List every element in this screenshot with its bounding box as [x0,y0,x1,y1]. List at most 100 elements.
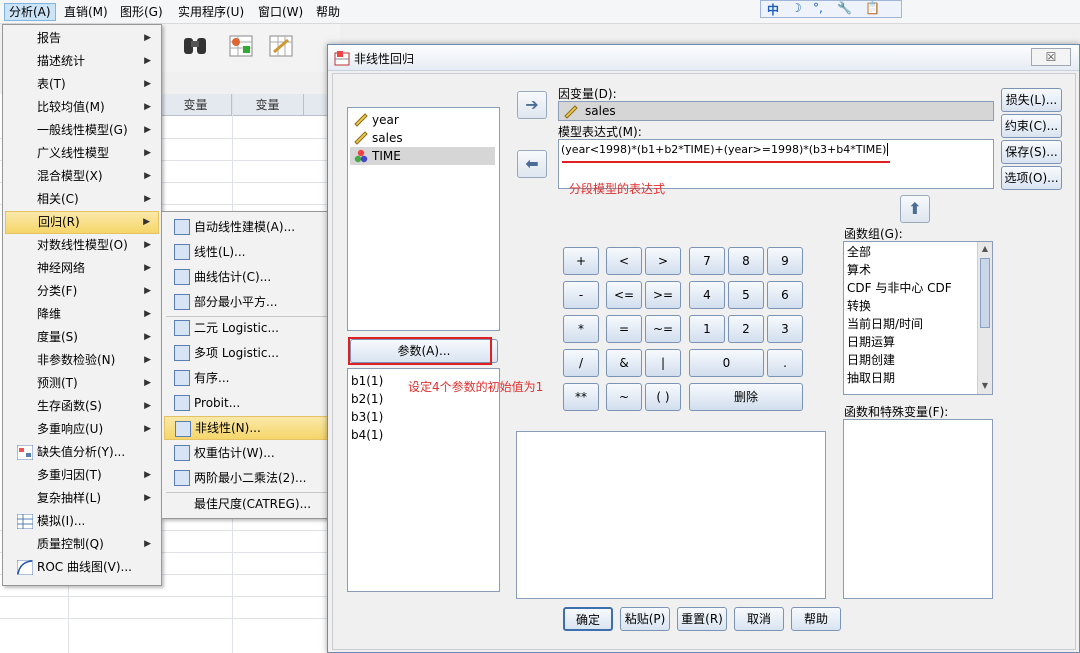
key-greater-equal[interactable]: >= [645,281,681,309]
dependent-field[interactable]: sales [558,101,994,121]
parameters-list[interactable]: b1(1) b2(1) b3(1) b4(1) [347,368,500,592]
key-7[interactable]: 7 [689,247,725,275]
functions-list[interactable] [843,419,993,599]
submenu-weight-estimation[interactable]: 权重估计(W)... [164,441,341,465]
move-function-up-button[interactable]: ⬆ [900,195,930,223]
submenu-binary-logistic[interactable]: 二元 Logistic... [164,316,341,340]
key-0[interactable]: 0 [689,349,764,377]
menu-item-roc-curve[interactable]: ROC 曲线图(V)... [5,556,159,579]
submenu-nonlinear[interactable]: 非线性(N)... [164,416,341,440]
key-5[interactable]: 5 [728,281,764,309]
menu-item-neural[interactable]: 神经网络 ▶ [5,257,159,280]
function-group-item[interactable]: 日期创建 [847,351,895,369]
move-to-dependent-button[interactable]: ➔ [517,91,547,119]
menu-item-missing-value[interactable]: 缺失值分析(Y)... [5,441,159,464]
model-expression-text[interactable]: (year<1998)*(b1+b2*TIME)+(year>=1998)*(b… [561,143,889,156]
submenu-2sls[interactable]: 两阶最小二乘法(2)... [164,466,341,490]
submenu-multinomial-logistic[interactable]: 多项 Logistic... [164,341,341,365]
variable-item-year[interactable]: year [350,111,495,129]
variable-item-time[interactable]: TIME [350,147,495,165]
dialog-titlebar[interactable]: 非线性回归 ☒ [328,45,1079,71]
menu-item-regression[interactable]: 回归(R) ▶ [5,211,159,234]
constraints-button[interactable]: 约束(C)... [1001,114,1062,138]
scroll-down-icon[interactable]: ▼ [978,379,992,393]
menu-item-loglinear[interactable]: 对数线性模型(O) ▶ [5,234,159,257]
ime-mode[interactable]: 中 [767,1,779,18]
menu-graphs[interactable]: 图形(G) [116,3,167,21]
parameter-item[interactable]: b4(1) [351,426,383,444]
submenu-curve-estimation[interactable]: 曲线估计(C)... [164,265,341,289]
menu-item-complex-samples[interactable]: 复杂抽样(L) ▶ [5,487,159,510]
help-button[interactable]: 帮助 [791,607,841,631]
key-delete[interactable]: 删除 [689,383,803,411]
menu-item-survival[interactable]: 生存函数(S) ▶ [5,395,159,418]
key-3[interactable]: 3 [767,315,803,343]
column-header[interactable]: 变量 [160,94,232,116]
clipboard-icon[interactable]: 📋 [865,1,880,15]
key-plus[interactable]: + [563,247,599,275]
menu-item-multiple-imputation[interactable]: 多重归因(T) ▶ [5,464,159,487]
options-button[interactable]: 选项(O)... [1001,166,1062,190]
submenu-ordinal[interactable]: 有序... [164,366,341,390]
function-group-list[interactable]: 全部 算术 CDF 与非中心 CDF 转换 当前日期/时间 日期运算 日期创建 … [843,241,993,395]
column-header[interactable]: 变量 [232,94,304,116]
key-greater[interactable]: > [645,247,681,275]
submenu-catreg[interactable]: 最佳尺度(CATREG)... [164,492,341,516]
key-minus[interactable]: - [563,281,599,309]
menu-item-dimension[interactable]: 降维 ▶ [5,303,159,326]
reset-button[interactable]: 重置(R) [677,607,727,631]
function-group-scrollbar[interactable]: ▲ ▼ [977,242,992,394]
parameter-item[interactable]: b1(1) [351,372,383,390]
moon-icon[interactable]: ☽ [791,1,802,15]
menu-direct-marketing[interactable]: 直销(M) [60,3,112,21]
key-6[interactable]: 6 [767,281,803,309]
paste-button[interactable]: 粘贴(P) [620,607,670,631]
scroll-thumb[interactable] [980,258,990,328]
key-1[interactable]: 1 [689,315,725,343]
punctuation-icon[interactable]: °, [813,1,823,15]
variable-item-sales[interactable]: sales [350,129,495,147]
insert-variable-icon[interactable] [268,32,294,60]
key-decimal[interactable]: . [767,349,803,377]
menu-item-simulation[interactable]: 模拟(I)... [5,510,159,533]
insert-cases-icon[interactable] [228,32,254,60]
function-group-item[interactable]: 算术 [847,261,871,279]
key-and[interactable]: & [606,349,642,377]
menu-item-quality-control[interactable]: 质量控制(Q) ▶ [5,533,159,556]
menu-item-descriptive[interactable]: 描述统计 ▶ [5,50,159,73]
parameter-item[interactable]: b2(1) [351,390,383,408]
menu-item-scale[interactable]: 度量(S) ▶ [5,326,159,349]
submenu-linear[interactable]: 线性(L)... [164,240,341,264]
menu-item-correlate[interactable]: 相关(C) ▶ [5,188,159,211]
menu-utilities[interactable]: 实用程序(U) [174,3,248,21]
menu-analyze[interactable]: 分析(A) [4,3,56,21]
key-2[interactable]: 2 [728,315,764,343]
loss-button[interactable]: 损失(L)... [1001,88,1062,112]
menu-item-multiple-response[interactable]: 多重响应(U) ▶ [5,418,159,441]
submenu-auto-linear[interactable]: 自动线性建模(A)... [164,215,341,239]
key-divide[interactable]: / [563,349,599,377]
menu-item-reports[interactable]: 报告 ▶ [5,27,159,50]
menu-window[interactable]: 窗口(W) [254,3,307,21]
function-group-item[interactable]: 当前日期/时间 [847,315,923,333]
wrench-icon[interactable]: 🔧 [837,1,852,15]
menu-help[interactable]: 帮助 [312,3,344,21]
parameter-item[interactable]: b3(1) [351,408,383,426]
key-not[interactable]: ~ [606,383,642,411]
key-less[interactable]: < [606,247,642,275]
binoculars-icon[interactable] [182,32,208,60]
submenu-probit[interactable]: Probit... [164,391,341,415]
scroll-up-icon[interactable]: ▲ [978,242,992,256]
submenu-pls[interactable]: 部分最小平方... [164,290,341,314]
menu-item-glm[interactable]: 一般线性模型(G) ▶ [5,119,159,142]
key-not-equal[interactable]: ~= [645,315,681,343]
key-power[interactable]: ** [563,383,599,411]
function-group-item[interactable]: 抽取日期 [847,369,895,387]
menu-item-nonparametric[interactable]: 非参数检验(N) ▶ [5,349,159,372]
menu-item-compare-means[interactable]: 比较均值(M) ▶ [5,96,159,119]
menu-item-tables[interactable]: 表(T) ▶ [5,73,159,96]
key-equal[interactable]: = [606,315,642,343]
function-group-item[interactable]: 日期运算 [847,333,895,351]
key-4[interactable]: 4 [689,281,725,309]
function-group-item[interactable]: 全部 [847,243,871,261]
